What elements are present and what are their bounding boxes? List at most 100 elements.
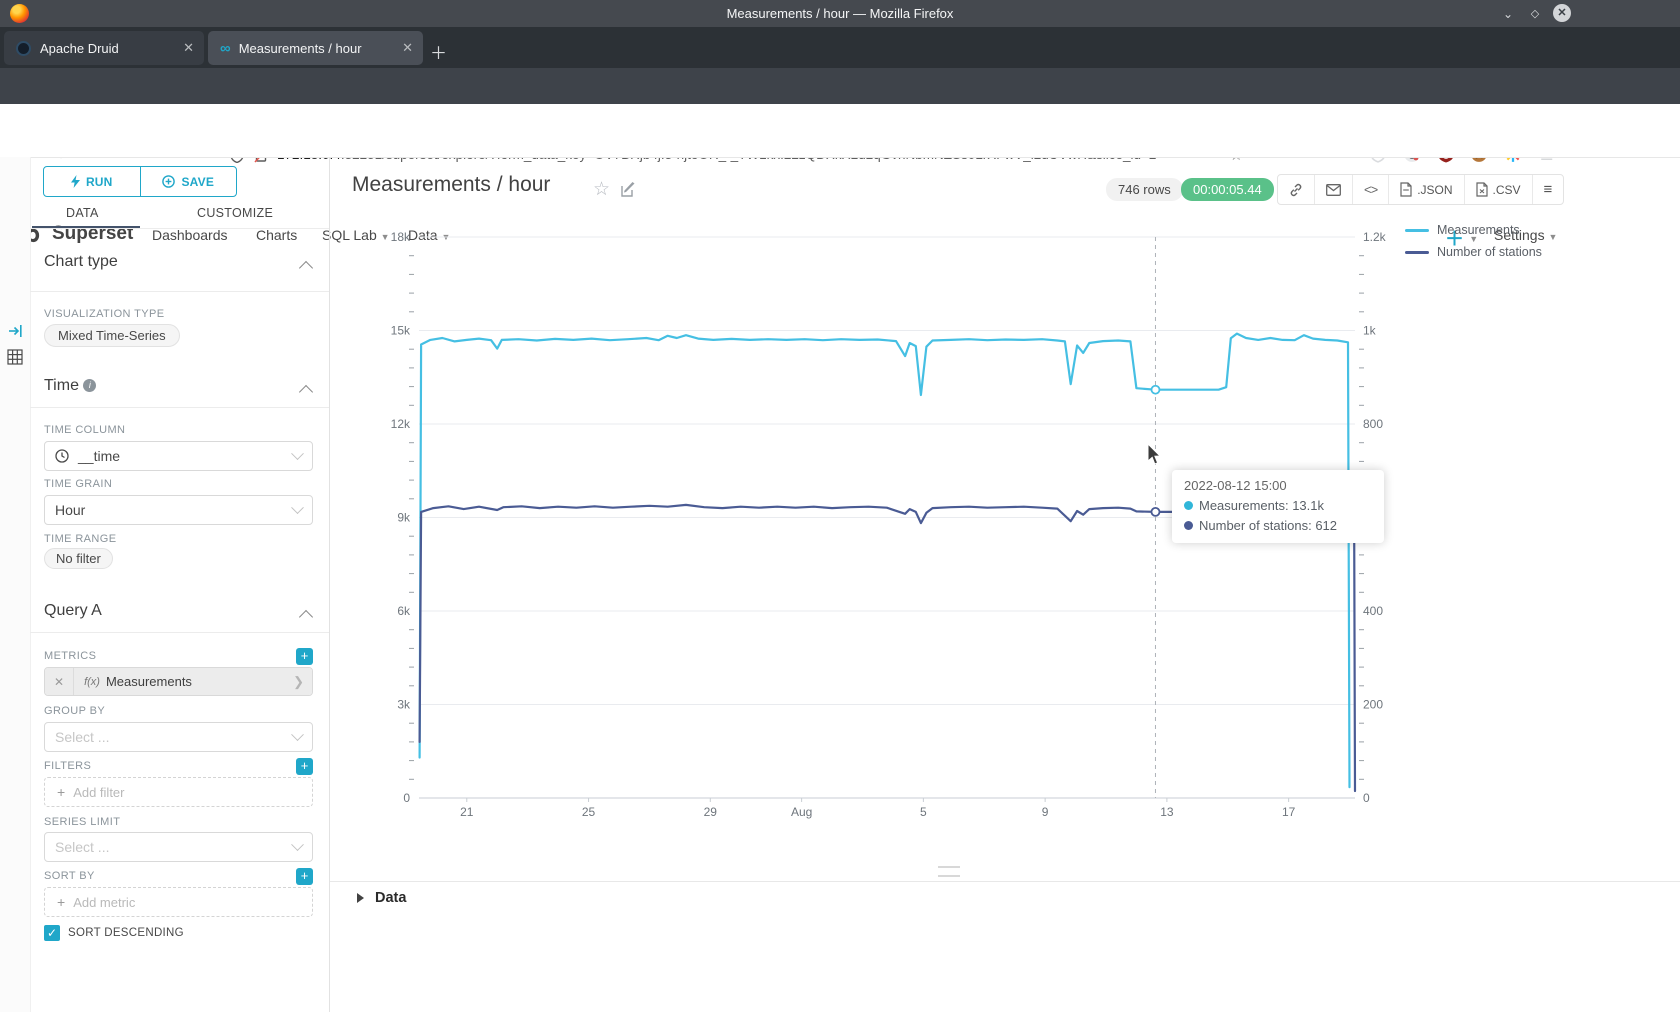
new-tab-icon[interactable]: ＋ xyxy=(430,39,447,64)
metric-chip-measurements[interactable]: ✕ f(x) Measurements ❯ xyxy=(44,667,313,696)
tooltip-value: Number of stations: 612 xyxy=(1199,518,1337,533)
chevron-up-icon[interactable] xyxy=(299,261,313,275)
series-limit-select[interactable]: Select ... xyxy=(44,832,313,862)
add-filter-plus-button[interactable]: + xyxy=(296,758,313,775)
firefox-icon xyxy=(10,4,29,23)
nav-item-dashboards[interactable]: Dashboards xyxy=(152,227,228,243)
remove-metric-icon[interactable]: ✕ xyxy=(45,668,74,695)
edit-title-icon[interactable] xyxy=(621,182,636,197)
browser-tab-apache-druid[interactable]: Apache Druid ✕ xyxy=(4,31,204,65)
chevron-up-icon[interactable] xyxy=(299,610,313,624)
datasource-strip xyxy=(0,157,31,1012)
filters-label: FILTERS xyxy=(44,760,91,772)
time-range-label: TIME RANGE xyxy=(44,533,116,545)
chart-toolbar: <> .JSON .CSV ≡ xyxy=(1277,174,1564,205)
tab-title: Measurements / hour xyxy=(239,41,362,56)
time-grain-select[interactable]: Hour xyxy=(44,495,313,525)
close-tab-icon[interactable]: ✕ xyxy=(173,40,204,56)
legend-item-number-of-stations[interactable]: Number of stations xyxy=(1405,241,1542,263)
mouse-cursor xyxy=(1147,444,1162,466)
y-axis-left-tick: 3k xyxy=(397,698,411,712)
lightning-icon xyxy=(71,175,80,188)
save-button[interactable]: SAVE xyxy=(140,167,237,196)
section-query-a[interactable]: Query A xyxy=(44,602,102,620)
minimize-icon[interactable]: ⌄ xyxy=(1500,6,1516,22)
viz-type-pill[interactable]: Mixed Time-Series xyxy=(44,324,180,347)
legend-item-measurements[interactable]: Measurements xyxy=(1405,219,1542,241)
close-window-icon[interactable]: ✕ xyxy=(1553,4,1571,22)
divider xyxy=(30,632,329,633)
sort-descending-checkbox[interactable]: ✓ xyxy=(44,925,60,941)
row-count-badge: 746 rows xyxy=(1106,178,1183,201)
dataset-grid-icon[interactable] xyxy=(7,349,23,365)
browser-toolbar: ← → ⟳ 172.18.0.4:32251/superset/explore/… xyxy=(0,68,1680,104)
save-icon xyxy=(162,175,175,188)
groupby-label: GROUP BY xyxy=(44,705,105,717)
resize-handle[interactable] xyxy=(938,866,960,877)
series-line-number-of-stations[interactable] xyxy=(420,504,1355,792)
x-axis-tick: 29 xyxy=(704,805,718,819)
divider xyxy=(30,228,329,229)
file-x-icon xyxy=(1476,182,1488,197)
export-json-button[interactable]: .JSON xyxy=(1388,175,1463,204)
chart-legend: MeasurementsNumber of stations xyxy=(1405,219,1542,263)
favorite-star-icon[interactable]: ☆ xyxy=(593,178,610,201)
timeseries-chart[interactable]: 18k1.2k15k1k12k8009k6006k4003k2000021252… xyxy=(330,215,1680,850)
chart-title: Measurements / hour xyxy=(352,173,550,197)
y-axis-left-tick: 6k xyxy=(397,604,411,618)
expand-data-caret-icon[interactable] xyxy=(357,893,364,903)
sort-descending-label: SORT DESCENDING xyxy=(68,927,184,939)
tab-customize[interactable]: CUSTOMIZE xyxy=(197,206,273,220)
add-sortby-plus-button[interactable]: + xyxy=(296,868,313,885)
section-chart-type[interactable]: Chart type xyxy=(44,253,118,271)
divider xyxy=(30,407,329,408)
embed-code-button[interactable]: <> xyxy=(1352,175,1388,204)
tab-data[interactable]: DATA xyxy=(66,206,99,220)
series-line-measurements[interactable] xyxy=(420,334,1350,787)
highlight-marker-stations xyxy=(1151,508,1159,516)
y-axis-left-tick: 18k xyxy=(391,230,411,244)
druid-favicon xyxy=(16,41,31,56)
y-axis-right-tick: 800 xyxy=(1363,417,1383,431)
expand-metric-icon[interactable]: ❯ xyxy=(285,674,312,690)
query-duration-badge: 00:00:05.44 xyxy=(1181,178,1274,201)
tab-title: Apache Druid xyxy=(40,41,119,56)
time-column-label: TIME COLUMN xyxy=(44,424,125,436)
run-save-button-group: RUN SAVE xyxy=(43,166,237,197)
section-time[interactable]: Time i xyxy=(44,377,96,395)
x-axis-tick: 17 xyxy=(1282,805,1296,819)
x-axis-tick: 25 xyxy=(582,805,596,819)
add-metric-plus-button[interactable]: + xyxy=(296,648,313,665)
legend-swatch xyxy=(1405,229,1429,232)
browser-tab-measurements[interactable]: ∞ Measurements / hour ✕ xyxy=(208,31,423,65)
nav-item-charts[interactable]: Charts xyxy=(256,227,297,243)
time-grain-label: TIME GRAIN xyxy=(44,478,112,490)
link-icon xyxy=(1289,183,1303,197)
add-filter-dropzone[interactable]: + Add filter xyxy=(44,777,313,807)
viz-type-label: VISUALIZATION TYPE xyxy=(44,308,165,320)
chevron-up-icon[interactable] xyxy=(299,385,313,399)
copy-link-button[interactable] xyxy=(1278,175,1314,204)
expand-panel-icon[interactable] xyxy=(8,324,23,338)
groupby-select[interactable]: Select ... xyxy=(44,722,313,752)
window-title: Measurements / hour — Mozilla Firefox xyxy=(0,0,1680,27)
metrics-label: METRICS xyxy=(44,650,96,662)
add-sort-metric-dropzone[interactable]: + Add metric xyxy=(44,887,313,917)
divider xyxy=(330,881,1680,882)
y-axis-left-tick: 12k xyxy=(391,417,411,431)
run-button[interactable]: RUN xyxy=(44,167,140,196)
time-range-pill[interactable]: No filter xyxy=(44,548,113,569)
data-panel-title[interactable]: Data xyxy=(375,890,406,906)
window-titlebar: Measurements / hour — Mozilla Firefox ⌄ … xyxy=(0,0,1680,27)
clock-icon xyxy=(55,449,69,463)
more-options-button[interactable]: ≡ xyxy=(1532,175,1564,204)
browser-tab-bar: Apache Druid ✕ ∞ Measurements / hour ✕ ＋ xyxy=(0,27,1680,68)
series-dot-icon xyxy=(1184,521,1193,530)
close-tab-icon[interactable]: ✕ xyxy=(392,40,423,56)
maximize-icon[interactable]: ◇ xyxy=(1527,6,1543,22)
time-column-select[interactable]: __time xyxy=(44,441,313,471)
export-csv-button[interactable]: .CSV xyxy=(1464,175,1532,204)
y-axis-right-tick: 1k xyxy=(1363,324,1377,338)
email-button[interactable] xyxy=(1314,175,1352,204)
y-axis-left-tick: 9k xyxy=(397,511,411,525)
